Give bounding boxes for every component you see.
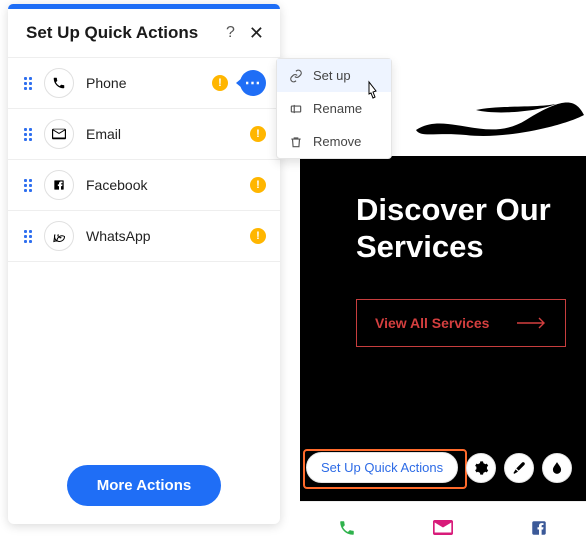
- hero-heading: Discover Our Services: [356, 192, 586, 265]
- paintbrush-icon[interactable]: [504, 453, 534, 483]
- list-item[interactable]: Phone ! ⋯: [8, 58, 280, 109]
- list-item-label: WhatsApp: [86, 228, 238, 244]
- list-item-label: Email: [86, 126, 238, 142]
- more-actions-button[interactable]: More Actions: [67, 465, 221, 506]
- gear-icon[interactable]: [466, 453, 496, 483]
- panel-header: Set Up Quick Actions ? ✕: [8, 9, 280, 58]
- hero-heading-line2: Services: [356, 229, 484, 264]
- list-item[interactable]: WhatsApp !: [8, 211, 280, 262]
- view-services-button[interactable]: View All Services: [356, 299, 566, 347]
- whatsapp-icon: [44, 221, 74, 251]
- ctx-item-label: Rename: [313, 101, 362, 116]
- drag-handle-icon[interactable]: [24, 230, 32, 243]
- preview-hero: Discover Our Services View All Services …: [300, 156, 586, 501]
- facebook-icon: [44, 170, 74, 200]
- setup-quick-actions-pill[interactable]: Set Up Quick Actions: [306, 452, 458, 483]
- link-icon: [289, 69, 303, 83]
- ctx-item-label: Set up: [313, 68, 351, 83]
- list-item[interactable]: Email !: [8, 109, 280, 160]
- warning-icon: !: [212, 75, 228, 91]
- quick-actions-bar: [300, 501, 586, 553]
- list-item-label: Phone: [86, 75, 200, 91]
- phone-icon: [44, 68, 74, 98]
- warning-icon: !: [250, 228, 266, 244]
- arrow-right-icon: [517, 317, 547, 329]
- ctx-remove[interactable]: Remove: [277, 125, 391, 158]
- warning-icon: !: [250, 177, 266, 193]
- drag-handle-icon[interactable]: [24, 77, 32, 90]
- drag-handle-icon[interactable]: [24, 179, 32, 192]
- row-more-button[interactable]: ⋯: [240, 70, 266, 96]
- qa-phone-icon[interactable]: [338, 519, 356, 537]
- list-item-label: Facebook: [86, 177, 238, 193]
- quick-actions-panel: Set Up Quick Actions ? ✕ Phone ! ⋯ Email…: [8, 4, 280, 524]
- close-icon[interactable]: ✕: [249, 24, 264, 42]
- panel-title: Set Up Quick Actions: [26, 23, 226, 43]
- droplet-icon[interactable]: [542, 453, 572, 483]
- context-menu: Set up Rename Remove: [276, 58, 392, 159]
- quick-actions-list: Phone ! ⋯ Email ! Facebook !: [8, 58, 280, 262]
- rename-icon: [289, 102, 303, 116]
- cursor-icon: [362, 80, 382, 102]
- drag-handle-icon[interactable]: [24, 128, 32, 141]
- qa-facebook-icon[interactable]: [530, 519, 548, 537]
- editor-toolstrip: Set Up Quick Actions: [306, 452, 572, 483]
- qa-email-icon[interactable]: [433, 520, 453, 535]
- cta-label: View All Services: [375, 315, 489, 331]
- ctx-item-label: Remove: [313, 134, 361, 149]
- warning-icon: !: [250, 126, 266, 142]
- help-icon[interactable]: ?: [226, 24, 235, 42]
- trash-icon: [289, 135, 303, 149]
- panel-header-actions: ? ✕: [226, 24, 264, 42]
- hero-heading-line1: Discover Our: [356, 192, 551, 227]
- panel-footer: More Actions: [8, 447, 280, 524]
- list-item[interactable]: Facebook !: [8, 160, 280, 211]
- brush-stroke-decoration: [406, 90, 586, 150]
- email-icon: [44, 119, 74, 149]
